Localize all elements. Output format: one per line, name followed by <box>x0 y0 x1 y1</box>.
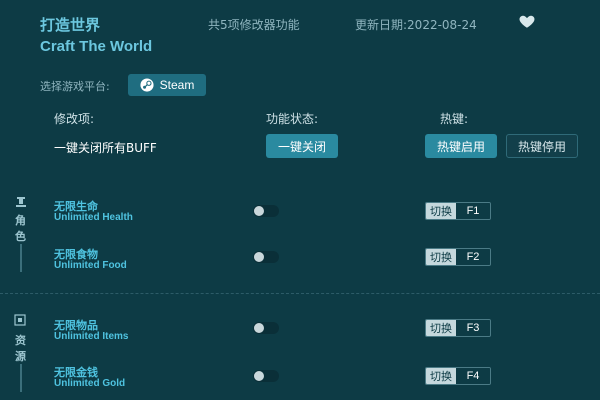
steam-platform-button[interactable]: Steam <box>128 74 206 96</box>
hotkey-key: F4 <box>456 368 490 384</box>
hotkey-action: 切换 <box>426 249 456 265</box>
unlimited-gold-toggle[interactable] <box>253 370 279 382</box>
unlimited-food-toggle[interactable] <box>253 251 279 263</box>
hotkey-badge[interactable]: 切换 F1 <box>425 202 491 220</box>
heart-icon[interactable] <box>518 12 536 30</box>
hotkey-action: 切换 <box>426 320 456 336</box>
hotkey-action: 切换 <box>426 203 456 219</box>
section-line <box>20 244 22 272</box>
enable-hotkeys-button[interactable]: 热键启用 <box>425 134 497 158</box>
game-title-cn: 打造世界 <box>40 16 101 34</box>
item-name-en: Unlimited Gold <box>54 378 126 389</box>
platform-label: 选择游戏平台: <box>40 80 110 93</box>
steam-icon <box>140 78 154 92</box>
close-all-buff-label: 一键关闭所有BUFF <box>54 141 157 155</box>
feature-count: 共5项修改器功能 <box>208 18 300 32</box>
close-all-button[interactable]: 一键关闭 <box>266 134 338 158</box>
section-char: 色 <box>15 230 26 243</box>
column-header-status: 功能状态: <box>266 112 319 126</box>
hotkey-badge[interactable]: 切换 F2 <box>425 248 491 266</box>
section-char: 源 <box>15 350 26 363</box>
hotkey-badge[interactable]: 切换 F4 <box>425 367 491 385</box>
steam-label: Steam <box>159 78 195 92</box>
update-date: 更新日期:2022-08-24 <box>355 18 477 32</box>
toggle-knob <box>254 206 264 216</box>
hotkey-key: F3 <box>456 320 490 336</box>
hotkey-key: F2 <box>456 249 490 265</box>
unlimited-health-toggle[interactable] <box>253 205 279 217</box>
item-name-en: Unlimited Health <box>54 212 133 223</box>
item-name-en: Unlimited Items <box>54 331 129 342</box>
character-icon <box>16 197 26 207</box>
toggle-knob <box>254 323 264 333</box>
hotkey-key: F1 <box>456 203 490 219</box>
toggle-knob <box>254 371 264 381</box>
unlimited-items-toggle[interactable] <box>253 322 279 334</box>
disable-hotkeys-button[interactable]: 热键停用 <box>506 134 578 158</box>
hotkey-badge[interactable]: 切换 F3 <box>425 319 491 337</box>
section-char: 角 <box>15 214 26 227</box>
section-char: 资 <box>15 334 26 347</box>
section-divider <box>0 293 600 294</box>
item-name-en: Unlimited Food <box>54 260 127 271</box>
resources-icon <box>14 314 26 326</box>
column-header-modifier: 修改项: <box>54 112 95 126</box>
game-title-en: Craft The World <box>40 38 153 55</box>
column-header-hotkey: 热键: <box>440 112 469 126</box>
toggle-knob <box>254 252 264 262</box>
section-line <box>20 364 22 392</box>
hotkey-action: 切换 <box>426 368 456 384</box>
